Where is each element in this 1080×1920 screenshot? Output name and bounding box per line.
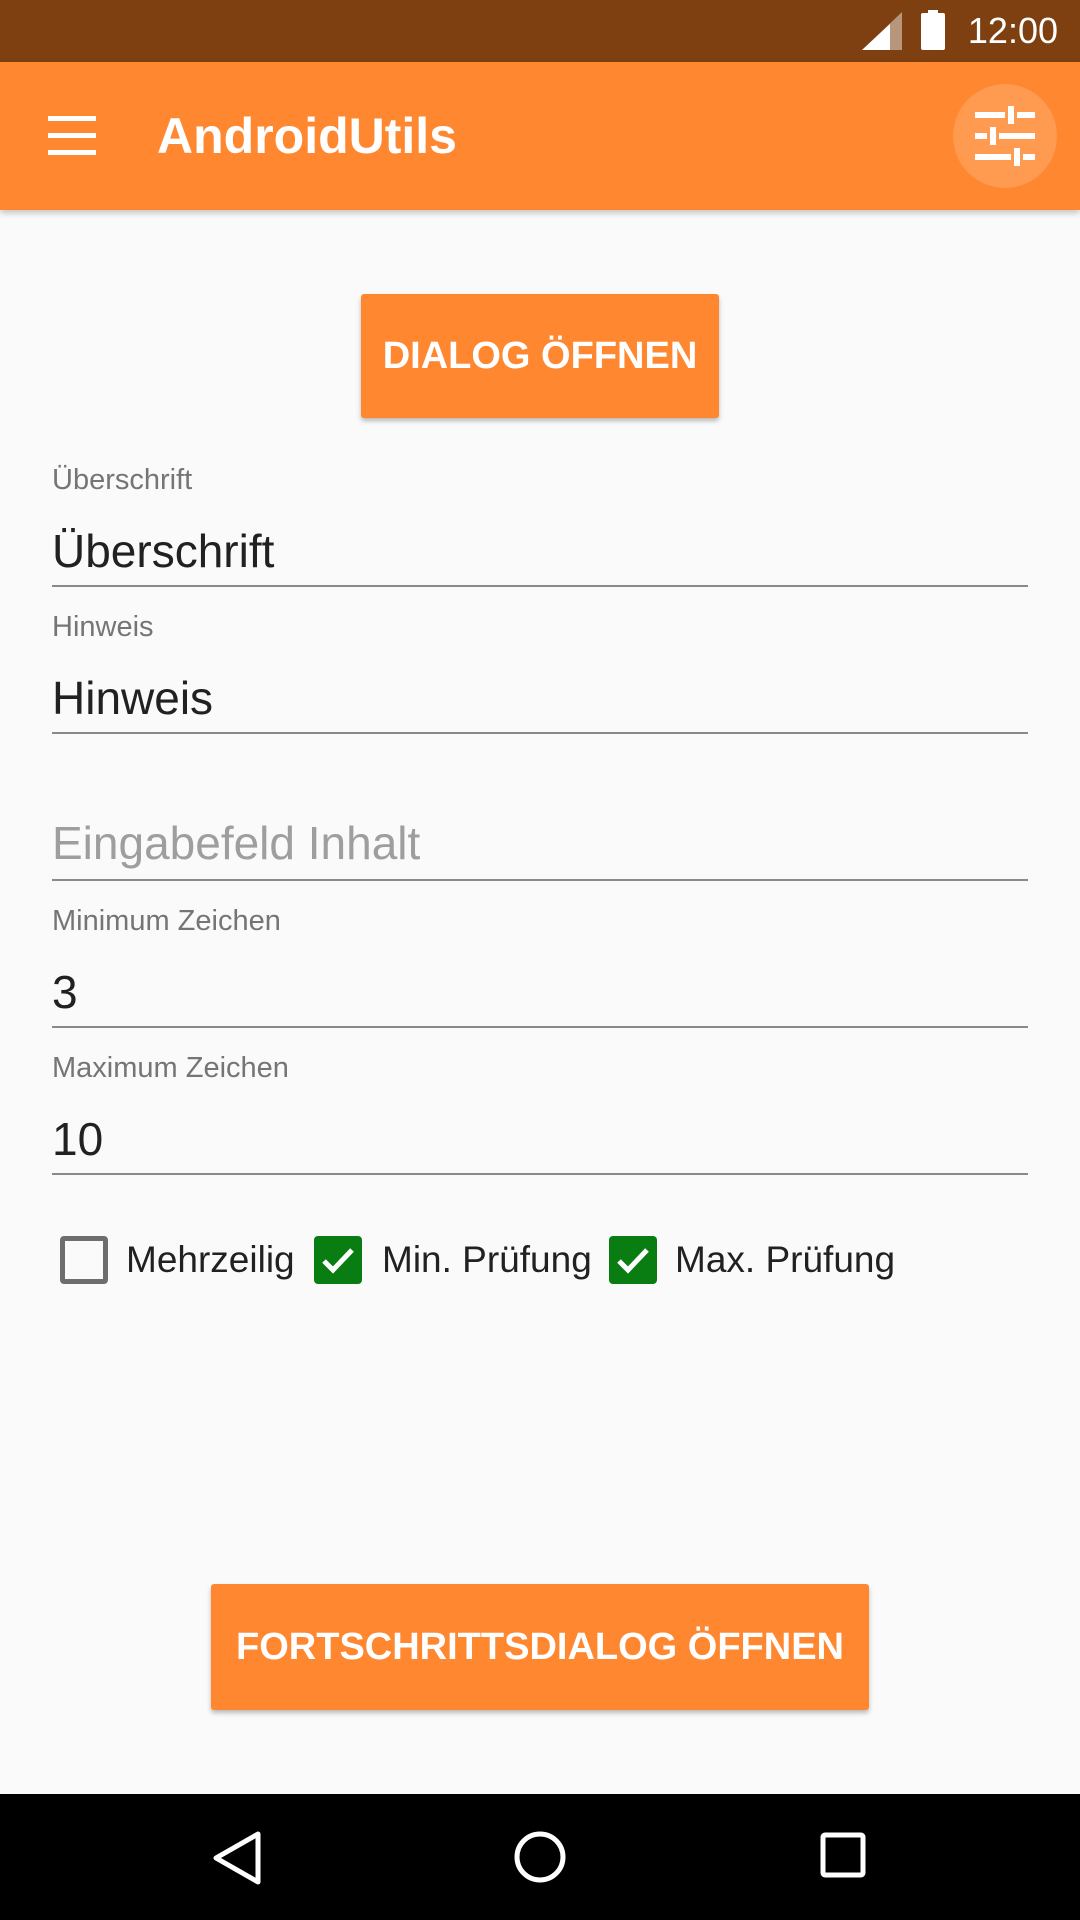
min-chars-field-underline bbox=[52, 1026, 1028, 1028]
battery-icon bbox=[921, 10, 945, 50]
max-chars-field-underline bbox=[52, 1173, 1028, 1175]
max-chars-field-label: Maximum Zeichen bbox=[52, 1052, 289, 1084]
checkbox-checked-icon[interactable] bbox=[314, 1236, 362, 1284]
open-progress-dialog-button[interactable]: FORTSCHRITTSDIALOG ÖFFNEN bbox=[211, 1584, 869, 1710]
content-field-underline bbox=[52, 879, 1028, 881]
app-title: AndroidUtils bbox=[157, 108, 457, 164]
heading-field-value[interactable]: Überschrift bbox=[52, 522, 274, 580]
screen: 12:00 AndroidUtils DIALOG ÖFFNEN Übersch… bbox=[0, 0, 1080, 1920]
min-chars-field-value[interactable]: 3 bbox=[52, 963, 78, 1021]
checkbox-min-check-label[interactable]: Min. Prüfung bbox=[382, 1234, 592, 1286]
back-icon[interactable] bbox=[212, 1830, 262, 1886]
status-time: 12:00 bbox=[967, 10, 1058, 51]
max-chars-field-value[interactable]: 10 bbox=[52, 1110, 103, 1168]
checkbox-unchecked-icon[interactable] bbox=[60, 1236, 108, 1284]
hint-field-label: Hinweis bbox=[52, 611, 154, 643]
heading-field-underline bbox=[52, 585, 1028, 587]
heading-field-label: Überschrift bbox=[52, 464, 193, 496]
checkmark-icon bbox=[322, 1248, 354, 1274]
checkbox-max-check-label[interactable]: Max. Prüfung bbox=[675, 1234, 895, 1286]
status-bar: 12:00 bbox=[0, 0, 1080, 62]
hint-field-underline bbox=[52, 732, 1028, 734]
tune-icon bbox=[975, 106, 1035, 166]
checkbox-multiline-label[interactable]: Mehrzeilig bbox=[126, 1234, 295, 1286]
open-dialog-button[interactable]: DIALOG ÖFFNEN bbox=[361, 294, 719, 418]
content-field-placeholder[interactable]: Eingabefeld Inhalt bbox=[52, 814, 420, 872]
checkbox-checked-icon[interactable] bbox=[609, 1236, 657, 1284]
menu-icon[interactable] bbox=[44, 112, 100, 160]
home-icon[interactable] bbox=[513, 1830, 567, 1884]
recents-icon[interactable] bbox=[820, 1832, 866, 1878]
checkmark-icon bbox=[617, 1248, 649, 1274]
signal-icon bbox=[862, 12, 902, 50]
tune-button[interactable] bbox=[953, 84, 1057, 188]
min-chars-field-label: Minimum Zeichen bbox=[52, 905, 281, 937]
navigation-bar bbox=[0, 1794, 1080, 1920]
app-bar: AndroidUtils bbox=[0, 62, 1080, 210]
hint-field-value[interactable]: Hinweis bbox=[52, 669, 213, 727]
